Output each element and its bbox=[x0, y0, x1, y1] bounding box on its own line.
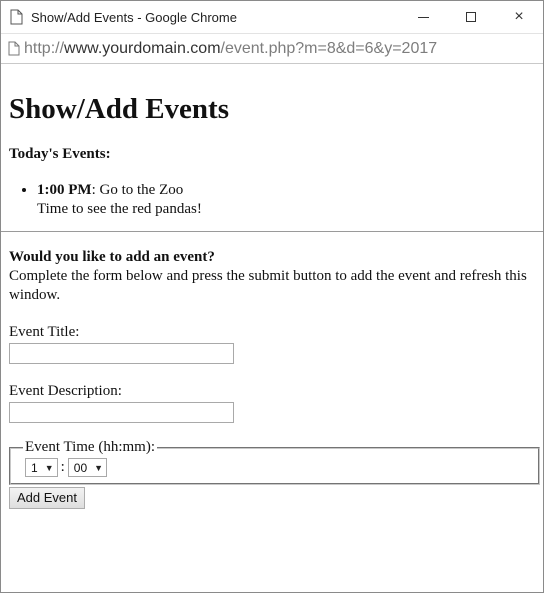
instructions-text: Complete the form below and press the su… bbox=[9, 268, 527, 303]
list-item: 1:00 PM: Go to the Zoo Time to see the r… bbox=[37, 181, 535, 219]
event-time-fieldset: Event Time (hh:mm): 1 ▼ : 00 ▼ bbox=[9, 439, 540, 485]
browser-window: Show/Add Events - Google Chrome × http:/… bbox=[0, 0, 544, 593]
chevron-down-icon: ▼ bbox=[44, 462, 54, 473]
page-title: Show/Add Events bbox=[9, 93, 229, 125]
time-selectors: 1 ▼ : 00 ▼ bbox=[25, 458, 526, 477]
close-icon: × bbox=[514, 8, 524, 25]
minimize-button[interactable] bbox=[399, 1, 447, 34]
event-list: 1:00 PM: Go to the Zoo Time to see the r… bbox=[9, 181, 535, 219]
title-bar: Show/Add Events - Google Chrome × bbox=[1, 1, 543, 34]
url-host: www.yourdomain.com bbox=[64, 39, 221, 57]
url-path: /event.php?m=8&d=6&y=2017 bbox=[220, 39, 438, 57]
minimize-icon bbox=[417, 16, 429, 18]
address-bar[interactable]: http://www.yourdomain.com/event.php?m=8&… bbox=[1, 34, 543, 64]
event-time-legend: Event Time (hh:mm): bbox=[25, 439, 156, 455]
url-scheme: http:// bbox=[24, 39, 65, 57]
event-description-label: Event Description: bbox=[9, 383, 122, 399]
event-time: 1:00 PM bbox=[37, 182, 92, 198]
url-text[interactable]: http://www.yourdomain.com/event.php?m=8&… bbox=[24, 40, 437, 58]
divider bbox=[1, 231, 543, 232]
hour-value: 1 bbox=[31, 460, 38, 475]
event-title-field[interactable] bbox=[9, 343, 234, 364]
event-description-field[interactable] bbox=[9, 402, 234, 423]
page-icon bbox=[10, 9, 23, 25]
event-title-label: Event Title: bbox=[9, 324, 80, 340]
minute-select[interactable]: 00 ▼ bbox=[67, 458, 108, 477]
close-button[interactable]: × bbox=[495, 1, 543, 34]
hour-select[interactable]: 1 ▼ bbox=[25, 458, 58, 477]
todays-events-heading: Today's Events: bbox=[9, 146, 111, 162]
add-event-heading: Would you like to add an event? bbox=[9, 249, 215, 265]
event-description: Time to see the red pandas! bbox=[37, 201, 202, 217]
time-separator: : bbox=[60, 459, 65, 475]
page-content: Show/Add Events Today's Events: 1:00 PM:… bbox=[1, 92, 543, 509]
chevron-down-icon: ▼ bbox=[94, 462, 104, 473]
maximize-icon bbox=[466, 12, 476, 22]
page-icon bbox=[8, 41, 20, 56]
minute-value: 00 bbox=[73, 460, 88, 475]
add-event-button[interactable]: Add Event bbox=[9, 487, 85, 509]
window-title: Show/Add Events - Google Chrome bbox=[31, 9, 237, 25]
maximize-button[interactable] bbox=[447, 1, 495, 34]
event-title: : Go to the Zoo bbox=[91, 182, 184, 198]
